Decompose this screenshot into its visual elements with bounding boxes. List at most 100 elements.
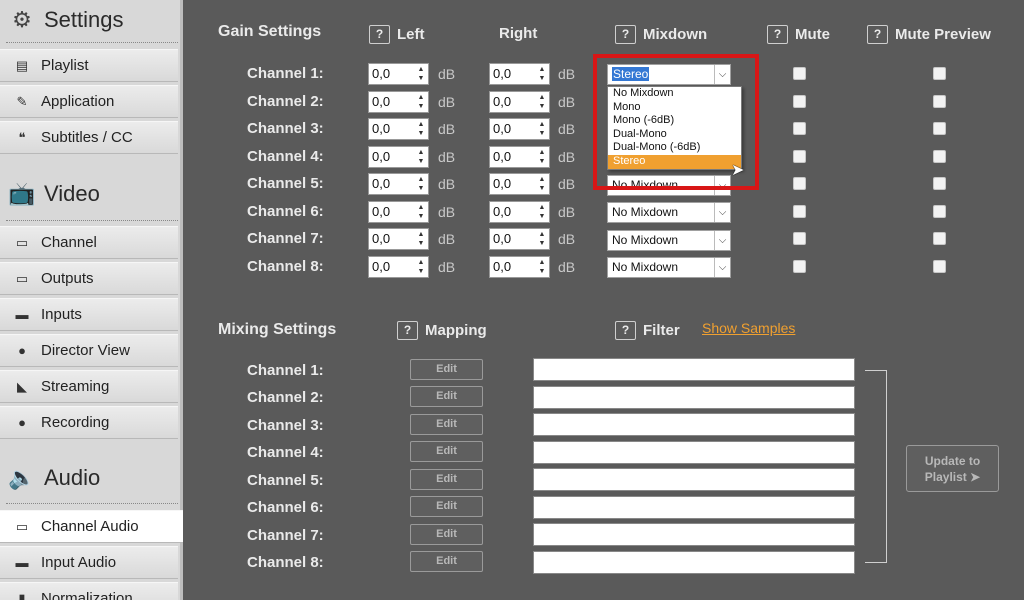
sidebar-item-inputs[interactable]: ▬ Inputs: [0, 298, 178, 331]
sidebar-item-subtitles[interactable]: ❝ Subtitles / CC: [0, 121, 178, 154]
stepper-arrows-icon[interactable]: ▲ ▼: [537, 65, 547, 83]
mute-checkbox[interactable]: [793, 122, 806, 135]
help-icon[interactable]: ?: [767, 25, 788, 44]
right-gain-stepper[interactable]: 0,0 ▲ ▼: [489, 146, 550, 168]
mute-preview-checkbox[interactable]: [933, 122, 946, 135]
left-gain-stepper[interactable]: 0,0 ▲ ▼: [368, 91, 429, 113]
edit-mapping-button[interactable]: Edit: [410, 414, 483, 435]
left-gain-stepper[interactable]: 0,0 ▲ ▼: [368, 256, 429, 278]
chevron-down-icon[interactable]: ⌵: [714, 203, 730, 222]
sidebar-item-input-audio[interactable]: ▬ Input Audio: [0, 546, 178, 579]
left-gain-stepper[interactable]: 0,0 ▲ ▼: [368, 201, 429, 223]
stepper-arrows-icon[interactable]: ▲ ▼: [416, 93, 426, 111]
mute-checkbox[interactable]: [793, 150, 806, 163]
show-samples-link[interactable]: Show Samples: [702, 320, 795, 336]
stepper-arrows-icon[interactable]: ▲ ▼: [537, 258, 547, 276]
mixdown-option[interactable]: Dual-Mono: [608, 128, 741, 142]
left-gain-stepper[interactable]: 0,0 ▲ ▼: [368, 146, 429, 168]
mute-preview-checkbox[interactable]: [933, 67, 946, 80]
edit-mapping-button[interactable]: Edit: [410, 469, 483, 490]
sidebar-item-application[interactable]: ✎ Application: [0, 85, 178, 118]
stepper-arrows-icon[interactable]: ▲ ▼: [416, 230, 426, 248]
edit-mapping-button[interactable]: Edit: [410, 386, 483, 407]
right-gain-stepper[interactable]: 0,0 ▲ ▼: [489, 63, 550, 85]
mute-checkbox[interactable]: [793, 67, 806, 80]
right-gain-stepper[interactable]: 0,0 ▲ ▼: [489, 118, 550, 140]
stepper-arrows-icon[interactable]: ▲ ▼: [537, 148, 547, 166]
chevron-down-icon[interactable]: ⌵: [714, 176, 730, 195]
filter-input[interactable]: [533, 441, 855, 464]
filter-input[interactable]: [533, 496, 855, 519]
stepper-arrows-icon[interactable]: ▲ ▼: [416, 175, 426, 193]
left-gain-stepper[interactable]: 0,0 ▲ ▼: [368, 63, 429, 85]
left-gain-stepper[interactable]: 0,0 ▲ ▼: [368, 228, 429, 250]
chevron-down-icon[interactable]: ⌵: [714, 231, 730, 250]
sidebar-item-normalization[interactable]: ▮ Normalization: [0, 582, 178, 600]
stepper-arrows-icon[interactable]: ▲ ▼: [537, 230, 547, 248]
right-gain-stepper[interactable]: 0,0 ▲ ▼: [489, 201, 550, 223]
stepper-arrows-icon[interactable]: ▲ ▼: [416, 65, 426, 83]
stepper-arrows-icon[interactable]: ▲ ▼: [537, 120, 547, 138]
mixdown-option[interactable]: Mono (-6dB): [608, 114, 741, 128]
mixdown-select[interactable]: No Mixdown ⌵: [607, 202, 731, 223]
right-gain-stepper[interactable]: 0,0 ▲ ▼: [489, 91, 550, 113]
mixdown-option[interactable]: No Mixdown: [608, 87, 741, 101]
sidebar-item-channel[interactable]: ▭ Channel: [0, 226, 178, 259]
mute-checkbox[interactable]: [793, 232, 806, 245]
mixdown-select[interactable]: No Mixdown ⌵: [607, 230, 731, 251]
stepper-arrows-icon[interactable]: ▲ ▼: [416, 148, 426, 166]
sidebar-item-director-view[interactable]: ● Director View: [0, 334, 178, 367]
mixdown-option[interactable]: Mono: [608, 101, 741, 115]
filter-input[interactable]: [533, 358, 855, 381]
left-gain-stepper[interactable]: 0,0 ▲ ▼: [368, 118, 429, 140]
left-gain-stepper[interactable]: 0,0 ▲ ▼: [368, 173, 429, 195]
sidebar-item-channel-audio[interactable]: ▭ Channel Audio: [0, 510, 183, 543]
mute-checkbox[interactable]: [793, 205, 806, 218]
stepper-arrows-icon[interactable]: ▲ ▼: [416, 258, 426, 276]
edit-mapping-button[interactable]: Edit: [410, 551, 483, 572]
sidebar-item-streaming[interactable]: ◣ Streaming: [0, 370, 178, 403]
mute-preview-checkbox[interactable]: [933, 260, 946, 273]
help-icon[interactable]: ?: [369, 25, 390, 44]
help-icon[interactable]: ?: [867, 25, 888, 44]
help-icon[interactable]: ?: [615, 321, 636, 340]
filter-input[interactable]: [533, 551, 855, 574]
stepper-arrows-icon[interactable]: ▲ ▼: [416, 203, 426, 221]
filter-input[interactable]: [533, 386, 855, 409]
filter-input[interactable]: [533, 413, 855, 436]
mute-checkbox[interactable]: [793, 260, 806, 273]
stepper-arrows-icon[interactable]: ▲ ▼: [537, 93, 547, 111]
stepper-arrows-icon[interactable]: ▲ ▼: [537, 175, 547, 193]
chevron-down-icon[interactable]: ⌵: [714, 65, 730, 84]
sidebar-item-recording[interactable]: ● Recording: [0, 406, 178, 439]
edit-mapping-button[interactable]: Edit: [410, 524, 483, 545]
sidebar-item-outputs[interactable]: ▭ Outputs: [0, 262, 178, 295]
mute-preview-checkbox[interactable]: [933, 150, 946, 163]
right-gain-stepper[interactable]: 0,0 ▲ ▼: [489, 256, 550, 278]
edit-mapping-button[interactable]: Edit: [410, 496, 483, 517]
stepper-arrows-icon[interactable]: ▲ ▼: [537, 203, 547, 221]
mixdown-select[interactable]: No Mixdown ⌵: [607, 257, 731, 278]
mixdown-select[interactable]: Stereo ⌵: [607, 64, 731, 85]
mixdown-option[interactable]: Dual-Mono (-6dB): [608, 141, 741, 155]
mute-preview-checkbox[interactable]: [933, 205, 946, 218]
right-gain-stepper[interactable]: 0,0 ▲ ▼: [489, 173, 550, 195]
mute-preview-checkbox[interactable]: [933, 232, 946, 245]
chevron-down-icon[interactable]: ⌵: [714, 258, 730, 277]
mute-preview-checkbox[interactable]: [933, 95, 946, 108]
help-icon[interactable]: ?: [397, 321, 418, 340]
mute-checkbox[interactable]: [793, 95, 806, 108]
filter-input[interactable]: [533, 523, 855, 546]
edit-mapping-button[interactable]: Edit: [410, 441, 483, 462]
right-gain-stepper[interactable]: 0,0 ▲ ▼: [489, 228, 550, 250]
update-to-playlist-button[interactable]: Update to Playlist ➤: [906, 445, 999, 492]
mixdown-select[interactable]: No Mixdown ⌵: [607, 175, 731, 196]
stepper-arrows-icon[interactable]: ▲ ▼: [416, 120, 426, 138]
edit-mapping-button[interactable]: Edit: [410, 359, 483, 380]
sidebar-item-playlist[interactable]: ▤ Playlist: [0, 49, 178, 82]
mute-preview-checkbox[interactable]: [933, 177, 946, 190]
mixdown-option-highlighted[interactable]: Stereo: [608, 154, 741, 169]
filter-input[interactable]: [533, 468, 855, 491]
help-icon[interactable]: ?: [615, 25, 636, 44]
mute-checkbox[interactable]: [793, 177, 806, 190]
